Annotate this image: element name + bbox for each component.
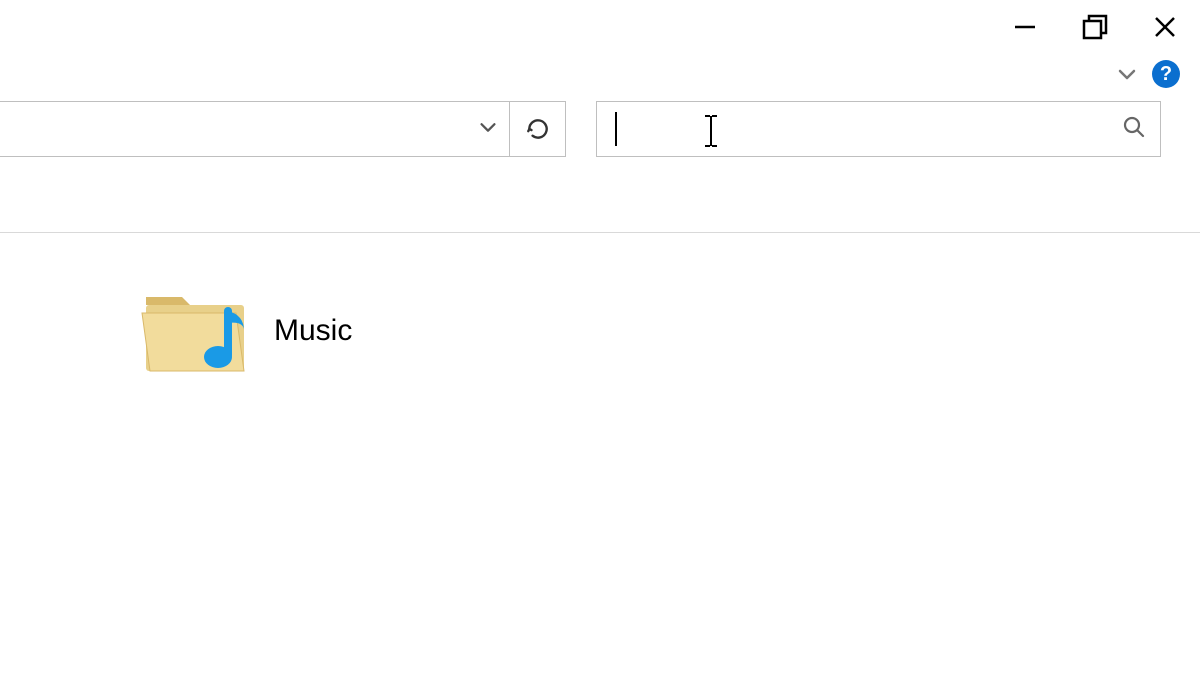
search-input[interactable] (611, 109, 1122, 149)
music-folder-icon (140, 283, 250, 378)
close-button[interactable] (1130, 4, 1200, 50)
content-pane: Music (0, 233, 1200, 378)
nav-row (0, 98, 1200, 160)
search-icon (1122, 115, 1146, 139)
search-box[interactable] (596, 101, 1161, 157)
text-caret (615, 112, 617, 146)
address-bar[interactable] (0, 101, 510, 157)
chevron-down-icon (1115, 62, 1139, 86)
minimize-button[interactable] (990, 4, 1060, 50)
address-dropdown-button[interactable] (477, 116, 499, 143)
search-button[interactable] (1122, 115, 1146, 144)
refresh-icon (525, 116, 551, 142)
refresh-button[interactable] (510, 101, 566, 157)
minimize-icon (1012, 14, 1038, 40)
address-bar-wrap (0, 101, 566, 157)
restore-button[interactable] (1060, 4, 1130, 50)
text-cursor-icon (702, 112, 720, 155)
ribbon-collapse-button[interactable] (1112, 59, 1142, 89)
close-icon (1152, 14, 1178, 40)
chevron-down-icon (477, 116, 499, 138)
folder-item-music[interactable] (140, 283, 250, 378)
titlebar (0, 0, 1200, 50)
help-button[interactable]: ? (1152, 60, 1180, 88)
help-icon: ? (1160, 63, 1172, 86)
restore-icon (1081, 13, 1109, 41)
folder-item-label: Music (274, 314, 352, 348)
ribbon-strip: ? (0, 50, 1200, 98)
